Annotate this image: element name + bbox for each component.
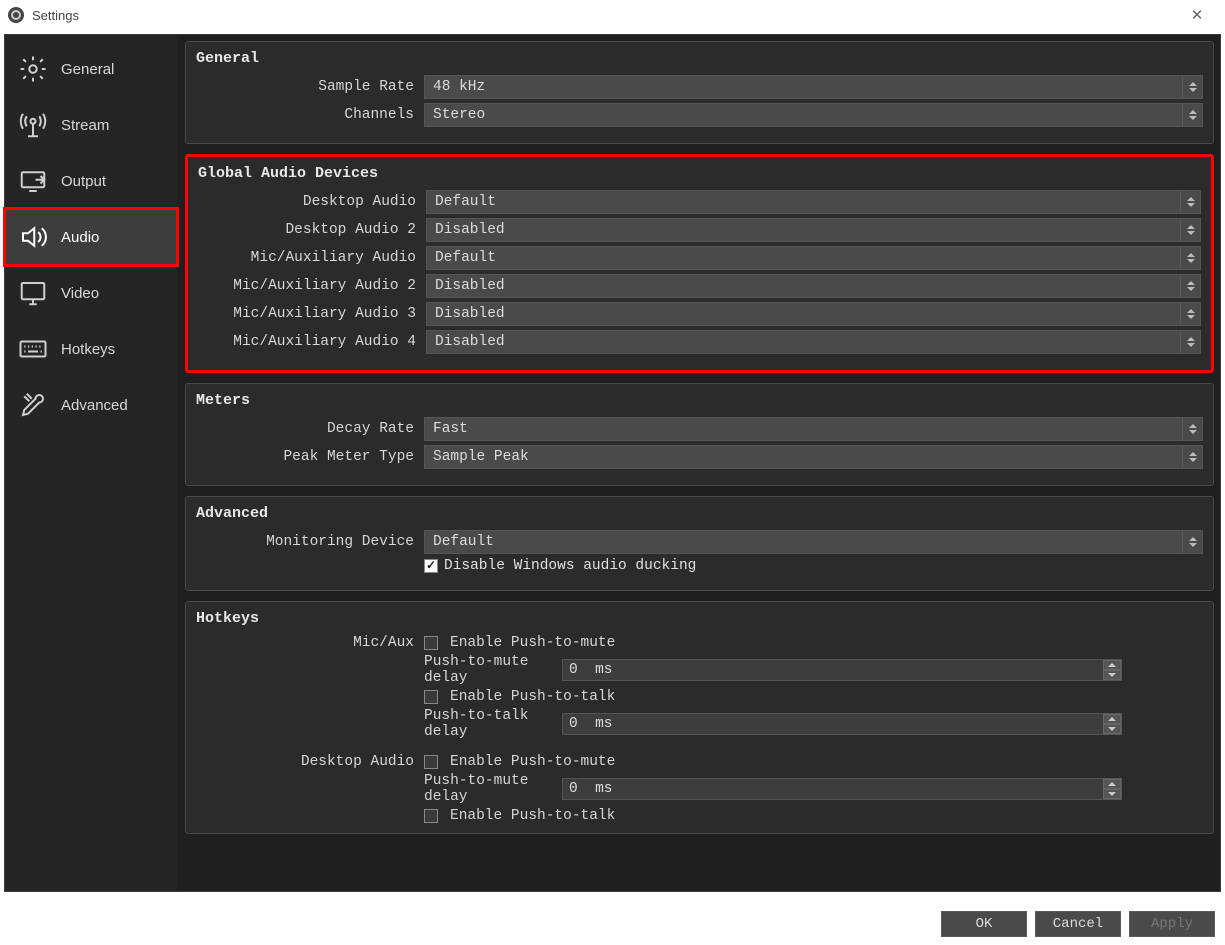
desktop-audio-2-select[interactable]: Disabled — [426, 218, 1201, 242]
sidebar-item-label: Stream — [61, 117, 109, 134]
cancel-button[interactable]: Cancel — [1035, 911, 1121, 937]
monitoring-device-select[interactable]: Default — [424, 530, 1203, 554]
chevron-updown-icon — [1182, 418, 1202, 440]
sidebar-item-output[interactable]: Output — [5, 153, 177, 209]
peak-meter-select[interactable]: Sample Peak — [424, 445, 1203, 469]
sidebar-item-video[interactable]: Video — [5, 265, 177, 321]
tools-icon — [17, 389, 49, 421]
panel-hotkeys: Hotkeys Mic/Aux Enable Push-to-mute Push… — [185, 601, 1214, 834]
ptm-delay-label: Push-to-mute delay — [424, 773, 556, 805]
panel-title-global-audio: Global Audio Devices — [198, 165, 1201, 182]
app-icon — [8, 7, 24, 23]
titlebar: Settings ✕ — [0, 0, 1225, 30]
ptm-checkbox[interactable] — [424, 636, 438, 650]
panel-general: General Sample Rate 48 kHz Channels Ster… — [185, 41, 1214, 144]
ducking-checkbox[interactable] — [424, 559, 438, 573]
panel-title-meters: Meters — [196, 392, 1203, 409]
ptt-label: Enable Push-to-talk — [450, 808, 615, 824]
ptt-checkbox[interactable] — [424, 690, 438, 704]
ducking-label: Disable Windows audio ducking — [444, 558, 696, 574]
ptt-checkbox[interactable] — [424, 809, 438, 823]
ptm-checkbox[interactable] — [424, 755, 438, 769]
mic-aux-label: Mic/Auxiliary Audio — [198, 250, 426, 266]
channels-select[interactable]: Stereo — [424, 103, 1203, 127]
ptm-label: Enable Push-to-mute — [450, 635, 615, 651]
spin-icon[interactable] — [1103, 779, 1121, 799]
chevron-updown-icon — [1180, 247, 1200, 269]
sidebar-item-label: Hotkeys — [61, 341, 115, 358]
sidebar: General Stream Output Audio Video — [5, 35, 177, 891]
chevron-updown-icon — [1180, 219, 1200, 241]
ptm-label: Enable Push-to-mute — [450, 754, 615, 770]
antenna-icon — [17, 109, 49, 141]
mic-aux-3-label: Mic/Auxiliary Audio 3 — [198, 306, 426, 322]
spin-icon[interactable] — [1103, 660, 1121, 680]
ptm-delay-label: Push-to-mute delay — [424, 654, 556, 686]
channels-label: Channels — [196, 107, 424, 123]
speaker-icon — [17, 221, 49, 253]
sidebar-item-hotkeys[interactable]: Hotkeys — [5, 321, 177, 377]
mic-aux-select[interactable]: Default — [426, 246, 1201, 270]
apply-button[interactable]: Apply — [1129, 911, 1215, 937]
desktop-audio-2-label: Desktop Audio 2 — [198, 222, 426, 238]
ok-button[interactable]: OK — [941, 911, 1027, 937]
gear-icon — [17, 53, 49, 85]
hotkey-group-name: Mic/Aux — [196, 635, 424, 651]
peak-meter-label: Peak Meter Type — [196, 449, 424, 465]
ptt-label: Enable Push-to-talk — [450, 689, 615, 705]
sidebar-item-label: Video — [61, 285, 99, 302]
output-icon — [17, 165, 49, 197]
mic-aux-4-select[interactable]: Disabled — [426, 330, 1201, 354]
hotkey-group-name: Desktop Audio — [196, 754, 424, 770]
sample-rate-label: Sample Rate — [196, 79, 424, 95]
chevron-updown-icon — [1182, 531, 1202, 553]
chevron-updown-icon — [1182, 104, 1202, 126]
sidebar-item-audio[interactable]: Audio — [5, 209, 177, 265]
panel-title-hotkeys: Hotkeys — [196, 610, 1203, 627]
panel-title-general: General — [196, 50, 1203, 67]
sidebar-item-label: Advanced — [61, 397, 128, 414]
sidebar-item-general[interactable]: General — [5, 41, 177, 97]
sidebar-item-label: General — [61, 61, 114, 78]
ptm-delay-input[interactable]: 0 ms — [562, 778, 1122, 800]
monitoring-device-label: Monitoring Device — [196, 534, 424, 550]
mic-aux-2-select[interactable]: Disabled — [426, 274, 1201, 298]
window-title: Settings — [32, 8, 79, 23]
desktop-audio-label: Desktop Audio — [198, 194, 426, 210]
panel-title-advanced: Advanced — [196, 505, 1203, 522]
hotkey-group-desktop-audio: Desktop Audio Enable Push-to-mute Push-t… — [196, 754, 1203, 824]
ptt-delay-input[interactable]: 0 ms — [562, 713, 1122, 735]
ptm-delay-input[interactable]: 0 ms — [562, 659, 1122, 681]
chevron-updown-icon — [1180, 331, 1200, 353]
mic-aux-3-select[interactable]: Disabled — [426, 302, 1201, 326]
close-icon[interactable]: ✕ — [1177, 1, 1217, 29]
panel-meters: Meters Decay RateFast Peak Meter TypeSam… — [185, 383, 1214, 486]
panel-advanced: Advanced Monitoring DeviceDefault Disabl… — [185, 496, 1214, 591]
chevron-updown-icon — [1180, 303, 1200, 325]
mic-aux-2-label: Mic/Auxiliary Audio 2 — [198, 278, 426, 294]
chevron-updown-icon — [1182, 446, 1202, 468]
mic-aux-4-label: Mic/Auxiliary Audio 4 — [198, 334, 426, 350]
hotkey-group-mic-aux: Mic/Aux Enable Push-to-mute Push-to-mute… — [196, 635, 1203, 740]
main-content: General Sample Rate 48 kHz Channels Ster… — [177, 35, 1220, 891]
panel-global-audio-devices: Global Audio Devices Desktop AudioDefaul… — [185, 154, 1214, 373]
settings-window: General Stream Output Audio Video — [4, 34, 1221, 892]
dialog-footer: OK Cancel Apply — [0, 907, 1221, 941]
chevron-updown-icon — [1182, 76, 1202, 98]
keyboard-icon — [17, 333, 49, 365]
chevron-updown-icon — [1180, 191, 1200, 213]
sidebar-item-label: Audio — [61, 229, 99, 246]
monitor-icon — [17, 277, 49, 309]
sidebar-item-stream[interactable]: Stream — [5, 97, 177, 153]
decay-rate-select[interactable]: Fast — [424, 417, 1203, 441]
spin-icon[interactable] — [1103, 714, 1121, 734]
sidebar-item-label: Output — [61, 173, 106, 190]
ptt-delay-label: Push-to-talk delay — [424, 708, 556, 740]
sample-rate-select[interactable]: 48 kHz — [424, 75, 1203, 99]
sidebar-item-advanced[interactable]: Advanced — [5, 377, 177, 433]
desktop-audio-select[interactable]: Default — [426, 190, 1201, 214]
decay-rate-label: Decay Rate — [196, 421, 424, 437]
chevron-updown-icon — [1180, 275, 1200, 297]
